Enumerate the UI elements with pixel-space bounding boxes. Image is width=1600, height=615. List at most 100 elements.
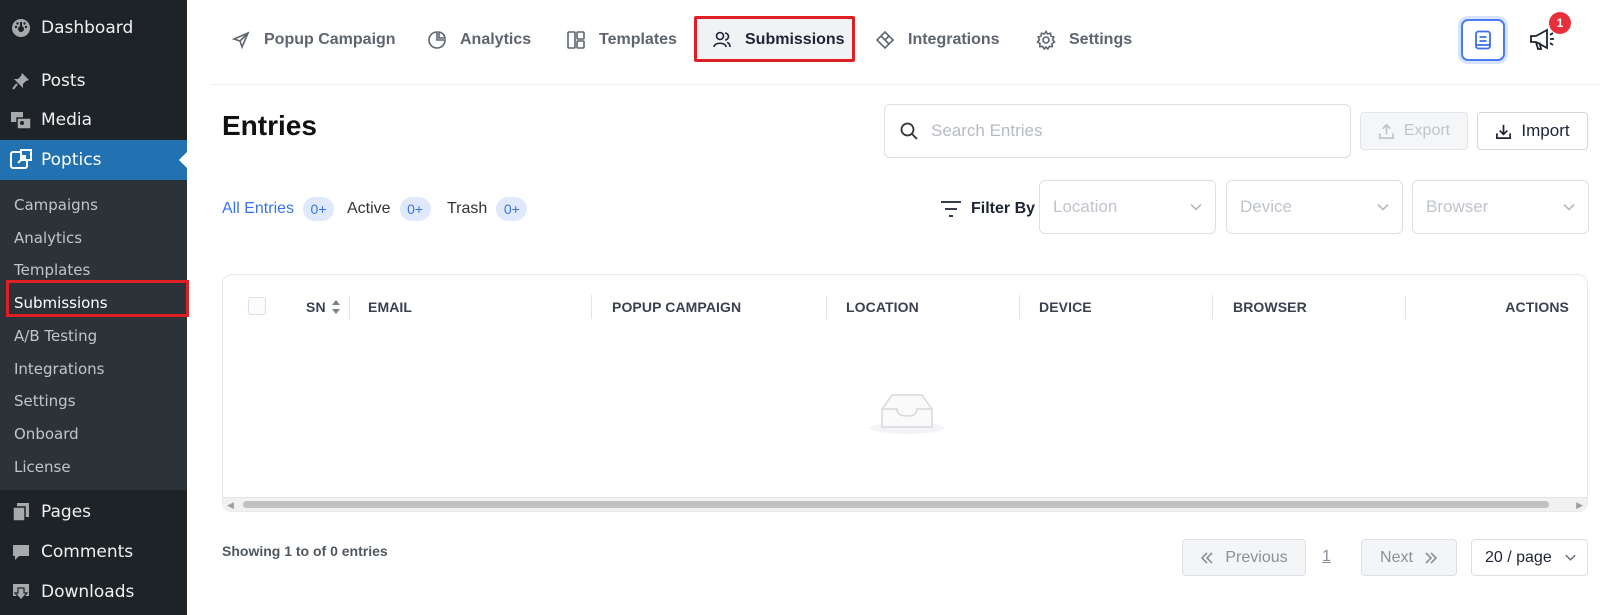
status-all-entries-label: All Entries: [222, 200, 295, 217]
submenu-ab-testing[interactable]: A/B Testing: [14, 327, 97, 345]
double-chevron-left-icon: [1201, 551, 1213, 564]
page-title: Entries: [222, 110, 317, 141]
pages-icon: [10, 501, 32, 523]
search-input[interactable]: [931, 121, 1331, 141]
menu-downloads-label: Downloads: [41, 582, 135, 602]
comment-icon: [10, 541, 32, 563]
chevron-down-icon: [1565, 554, 1576, 561]
status-trash-count: 0+: [496, 197, 528, 221]
chevron-down-icon: [1563, 203, 1575, 211]
entries-table: SN EMAIL POPUP CAMPAIGN LOCATION DEVICE …: [222, 274, 1588, 512]
gear-icon: [1036, 30, 1056, 50]
column-sn[interactable]: SN: [306, 299, 326, 315]
send-icon: [231, 31, 250, 50]
menu-poptics[interactable]: Poptics: [0, 140, 187, 180]
documentation-button[interactable]: [1461, 19, 1505, 61]
poptics-icon: [10, 149, 32, 171]
column-popup-campaign: POPUP CAMPAIGN: [612, 299, 742, 315]
submenu-integrations[interactable]: Integrations: [14, 360, 104, 378]
submissions-highlight: [6, 280, 189, 317]
users-icon: [713, 31, 731, 48]
location-select[interactable]: Location: [1039, 180, 1216, 234]
browser-select[interactable]: Browser: [1412, 180, 1589, 234]
menu-media[interactable]: Media: [0, 100, 187, 140]
admin-sidebar: Dashboard Posts Media Poptics Campaigns …: [0, 0, 189, 615]
device-select[interactable]: Device: [1226, 180, 1403, 234]
menu-comments-label: Comments: [41, 542, 134, 562]
column-separator: [591, 295, 592, 319]
horizontal-scrollbar[interactable]: ◀ ▶: [223, 497, 1587, 511]
page-number-1[interactable]: 1: [1322, 548, 1331, 566]
next-page-button[interactable]: Next: [1361, 539, 1457, 576]
column-separator: [826, 295, 827, 319]
tab-submissions[interactable]: Submissions: [712, 22, 845, 58]
per-page-value: 20 / page: [1485, 548, 1552, 566]
status-active-count: 0+: [399, 197, 431, 221]
download-tray-icon: [1496, 124, 1512, 139]
layout-icon: [567, 31, 585, 49]
column-email: EMAIL: [368, 299, 413, 315]
status-all-entries[interactable]: All Entries 0+: [222, 196, 335, 222]
tab-popup-campaign-label: Popup Campaign: [264, 31, 396, 48]
showing-entries-text: Showing 1 to of 0 entries: [222, 543, 388, 559]
browser-select-placeholder: Browser: [1426, 197, 1489, 216]
submenu-analytics[interactable]: Analytics: [14, 229, 82, 247]
status-all-entries-count: 0+: [303, 197, 335, 221]
tab-templates-label: Templates: [599, 31, 677, 48]
per-page-select[interactable]: 20 / page: [1471, 539, 1588, 576]
status-active[interactable]: Active 0+: [347, 196, 431, 222]
scroll-right-arrow[interactable]: ▶: [1576, 500, 1583, 511]
menu-downloads[interactable]: Downloads: [0, 572, 187, 612]
filter-by-label: Filter By: [971, 200, 1036, 217]
tab-settings[interactable]: Settings: [1036, 22, 1132, 58]
submenu-onboard[interactable]: Onboard: [14, 425, 79, 443]
pie-chart-icon: [428, 31, 446, 49]
submenu-templates[interactable]: Templates: [14, 261, 90, 279]
status-trash-label: Trash: [447, 200, 488, 217]
menu-pages[interactable]: Pages: [0, 492, 187, 532]
search-icon: [900, 122, 918, 140]
menu-comments[interactable]: Comments: [0, 532, 187, 572]
status-trash[interactable]: Trash 0+: [447, 196, 528, 222]
submenu-campaigns[interactable]: Campaigns: [14, 196, 98, 214]
sort-icon[interactable]: [330, 296, 342, 318]
device-select-placeholder: Device: [1240, 197, 1292, 216]
tab-analytics[interactable]: Analytics: [427, 22, 531, 58]
tab-templates[interactable]: Templates: [566, 22, 677, 58]
scroll-left-arrow[interactable]: ◀: [227, 500, 234, 511]
column-separator: [349, 295, 350, 319]
double-chevron-right-icon: [1425, 551, 1438, 564]
location-select-placeholder: Location: [1053, 197, 1118, 216]
empty-inbox-icon: [870, 394, 944, 434]
column-actions: ACTIONS: [1505, 299, 1569, 315]
previous-page-button[interactable]: Previous: [1182, 539, 1306, 576]
column-separator: [1212, 295, 1213, 319]
menu-dashboard-label: Dashboard: [41, 18, 134, 38]
submenu-license[interactable]: License: [14, 458, 71, 476]
tab-integrations-label: Integrations: [908, 31, 1000, 48]
tab-popup-campaign[interactable]: Popup Campaign: [231, 22, 396, 58]
menu-media-label: Media: [41, 110, 93, 130]
poptics-submenu: Campaigns Analytics Templates Submission…: [0, 180, 187, 490]
previous-page-label: Previous: [1225, 548, 1288, 566]
chevron-down-icon: [1190, 203, 1202, 211]
dashboard-icon: [10, 17, 32, 39]
download-icon: [10, 581, 32, 603]
column-separator: [1405, 295, 1406, 319]
tab-settings-label: Settings: [1069, 31, 1133, 48]
menu-posts-label: Posts: [41, 71, 86, 91]
search-box: [884, 104, 1351, 158]
import-button[interactable]: Import: [1477, 112, 1588, 150]
menu-posts[interactable]: Posts: [0, 61, 187, 101]
chevron-down-icon: [1377, 203, 1389, 211]
menu-pages-label: Pages: [41, 502, 92, 522]
integrations-icon: [875, 30, 895, 50]
media-icon: [10, 109, 32, 131]
scrollbar-thumb[interactable]: [243, 501, 1549, 508]
tab-integrations[interactable]: Integrations: [875, 22, 1000, 58]
submenu-settings[interactable]: Settings: [14, 392, 76, 410]
select-all-checkbox[interactable]: [248, 297, 266, 315]
export-button[interactable]: Export: [1360, 112, 1468, 150]
column-browser: BROWSER: [1233, 299, 1307, 315]
menu-dashboard[interactable]: Dashboard: [0, 8, 187, 48]
